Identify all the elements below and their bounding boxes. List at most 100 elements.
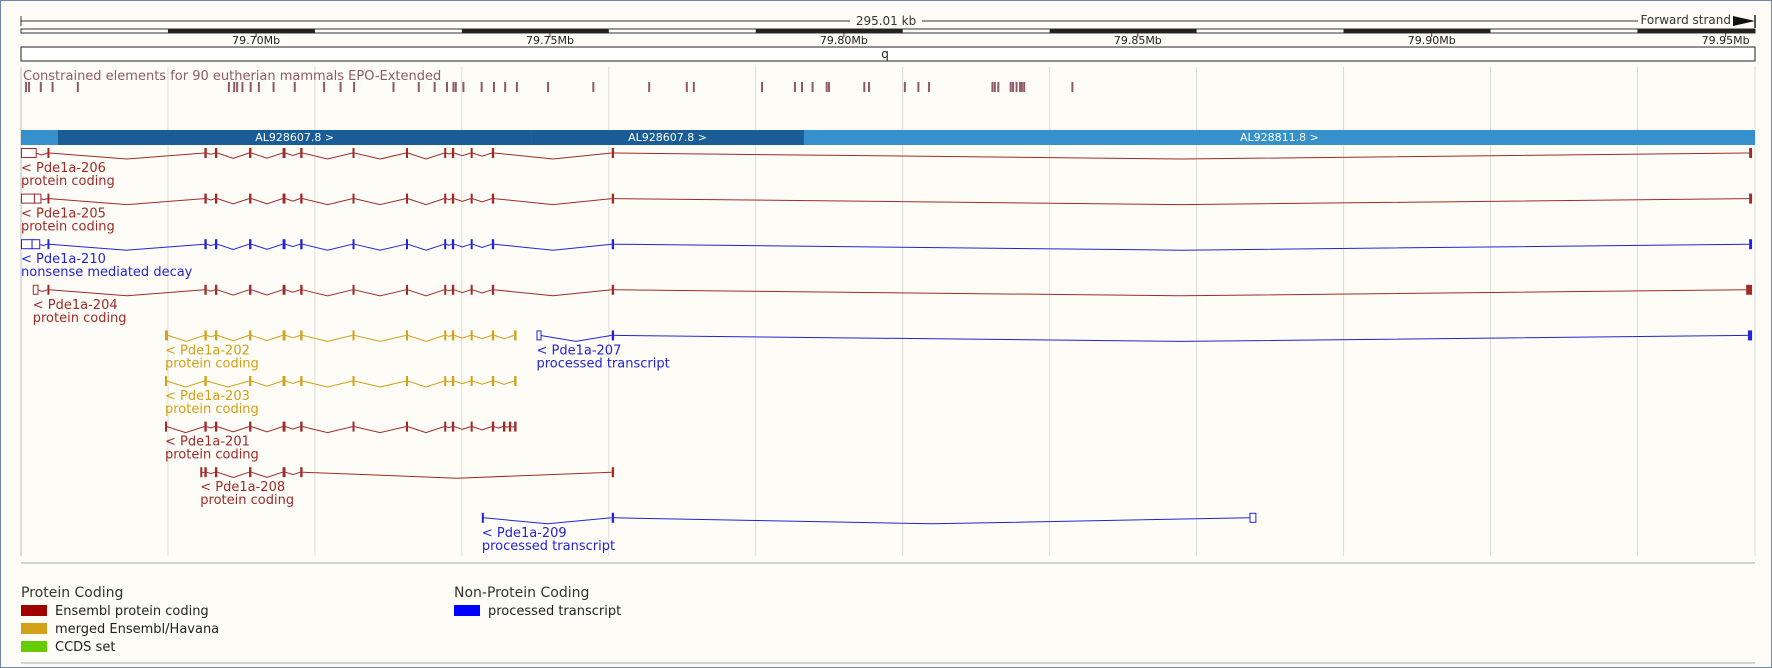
legend-swatch-ensembl [21, 605, 47, 616]
legend-label-processed: processed transcript [488, 604, 621, 619]
coding-exon [249, 421, 252, 432]
coding-exon [204, 376, 207, 386]
intron [354, 426, 407, 434]
intron [494, 152, 612, 160]
transcript-biotype: protein coding [200, 493, 294, 508]
coding-exon [1749, 239, 1753, 250]
ruler: 295.01 kb Forward strand 79.70Mb 79.75Mb 7… [20, 13, 1756, 62]
constrained-element [825, 82, 828, 92]
coding-exon [352, 330, 355, 341]
intron [505, 426, 510, 428]
coding-exon [491, 148, 495, 158]
coding-exon [204, 330, 207, 341]
intron [217, 198, 250, 205]
intron [354, 243, 407, 251]
coding-exon [470, 193, 473, 204]
intron [217, 289, 250, 296]
scale-segment [1049, 29, 1197, 33]
intron [285, 152, 301, 156]
intron [454, 243, 471, 248]
constrained-element [339, 82, 342, 92]
intron [302, 426, 353, 434]
constrained-element [993, 82, 996, 92]
intron [407, 334, 445, 342]
intron [614, 517, 1250, 525]
contig-label: AL928607.8 > [628, 131, 707, 144]
intron [37, 289, 48, 292]
intron [454, 426, 471, 430]
transcript-pde1a-205: < Pde1a-205protein coding [21, 193, 1753, 235]
constrained-element [1020, 82, 1023, 92]
genome-track-canvas: 295.01 kb Forward strand 79.70Mb 79.75Mb 7… [20, 13, 1756, 664]
constrained-element [917, 82, 920, 92]
intron [302, 334, 353, 342]
coding-exon [352, 421, 355, 432]
transcript-pde1a-208: < Pde1a-208protein coding [200, 467, 615, 508]
utr-exon [21, 239, 33, 250]
tick-label: 79.85Mb [1114, 34, 1162, 47]
legend-label-merged: merged Ensembl/Havana [55, 622, 219, 637]
intron [407, 152, 445, 160]
coding-exon [352, 376, 355, 386]
coding-exon [444, 239, 447, 250]
intron [454, 380, 471, 385]
constrained-element [1015, 82, 1018, 92]
intron [483, 517, 612, 525]
coding-exon [451, 193, 455, 204]
coding-exon [214, 467, 218, 478]
intron [285, 243, 301, 248]
intron [217, 426, 250, 433]
utr-exon [536, 330, 542, 341]
coding-exon [249, 376, 252, 386]
constrained-element [997, 82, 1000, 92]
coding-exon [1749, 148, 1753, 158]
intron [472, 243, 492, 248]
constrained-element [685, 82, 688, 92]
intron [407, 426, 445, 434]
coding-exon [352, 193, 355, 204]
coding-exon [47, 239, 50, 250]
coding-exon [282, 330, 286, 341]
coding-exon [165, 330, 168, 341]
scale-segment [461, 29, 609, 33]
transcript-pde1a-204: < Pde1a-204protein coding [32, 284, 1753, 326]
intron [454, 198, 471, 202]
intron [445, 426, 453, 429]
legend-swatch-processed [454, 605, 480, 616]
transcript-pde1a-206: < Pde1a-206protein coding [21, 148, 1753, 189]
coding-exon [406, 193, 409, 204]
coding-exon [611, 193, 615, 204]
intron [472, 334, 492, 340]
coding-exon [352, 148, 355, 158]
constrained-element [227, 82, 230, 92]
tick-label: 79.90Mb [1408, 34, 1456, 47]
coding-exon [1749, 193, 1753, 204]
intron [354, 380, 407, 388]
coding-exon [300, 193, 303, 204]
scale-segment [1343, 29, 1491, 33]
coding-exon [282, 376, 286, 386]
coding-exon [249, 330, 252, 341]
intron [251, 198, 283, 205]
intron [206, 471, 216, 475]
tick-label: 79.75Mb [526, 34, 574, 47]
coding-exon [1747, 330, 1753, 341]
constrained-element [793, 82, 796, 92]
constrained-element [452, 82, 455, 92]
utr-exon [31, 239, 41, 250]
intron [494, 334, 515, 340]
coding-exon [508, 421, 512, 432]
coding-exon [249, 148, 252, 158]
coding-exon [491, 193, 495, 204]
transcript-pde1a-201: < Pde1a-201protein coding [165, 421, 517, 463]
strand-label: Forward strand [1640, 13, 1731, 27]
intron [35, 152, 48, 156]
coding-exon [282, 148, 286, 158]
coding-exon [214, 148, 218, 158]
constrained-element [801, 82, 804, 92]
intron [206, 152, 216, 155]
intron [206, 198, 216, 201]
utr-exon [1249, 512, 1257, 523]
transcript-pde1a-203: < Pde1a-203protein coding [165, 376, 517, 417]
coding-exon [470, 330, 473, 341]
